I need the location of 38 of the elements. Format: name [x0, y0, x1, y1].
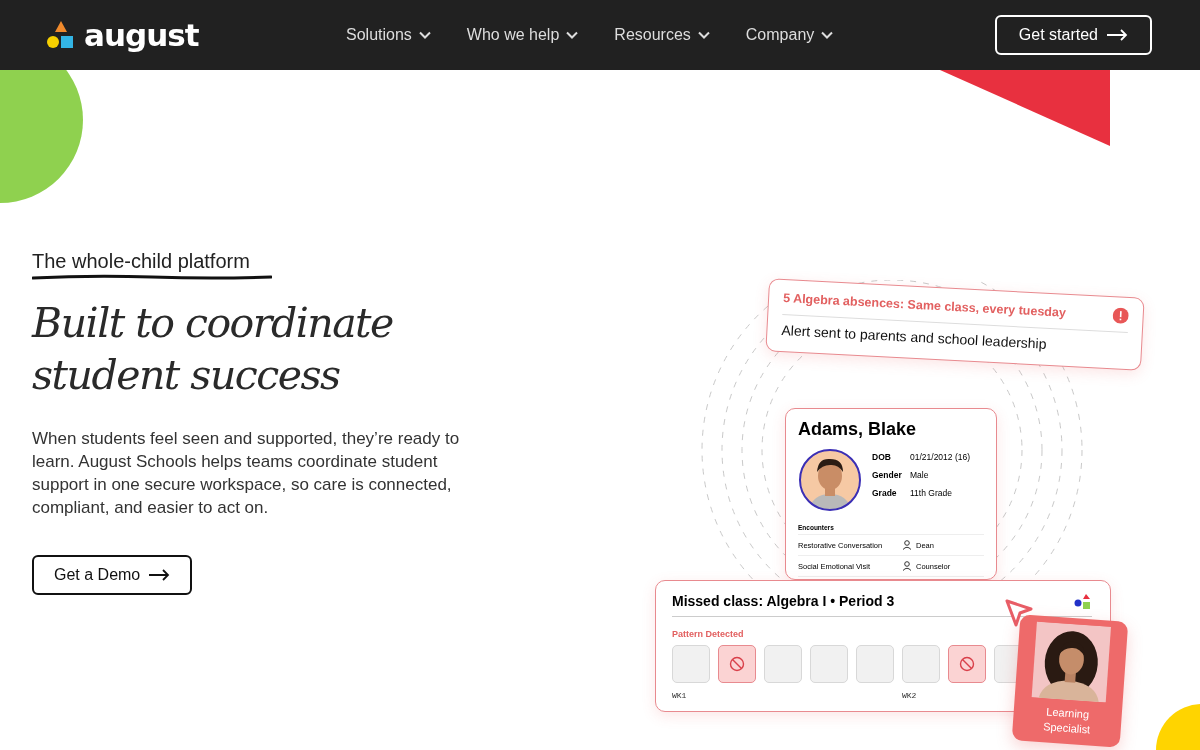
missed-class-title: Missed class: Algebra I • Period 3 — [672, 593, 895, 611]
alert-icon — [1112, 307, 1130, 325]
field-label: Gender — [872, 470, 903, 480]
hero-heading: Built to coordinate student success — [32, 298, 394, 401]
get-a-demo-button[interactable]: Get a Demo — [32, 555, 193, 595]
student-name: Adams, Blake — [798, 419, 918, 440]
person-icon — [902, 540, 912, 550]
eyebrow-text: The whole-child platform — [32, 250, 251, 273]
field-value: 01/21/2012 (16) — [910, 452, 971, 462]
chevron-down-icon — [697, 31, 710, 39]
nav-menu-item[interactable]: Who we help — [466, 26, 579, 44]
field-label: DOB — [872, 452, 892, 462]
field-value: 11th Grade — [910, 488, 952, 498]
week-label: WK1 — [672, 691, 688, 700]
nav-menu-item[interactable]: Solutions — [346, 26, 431, 44]
hero-description: When students feel seen and supported, they’re ready to learn. August Schools helps teams coordinate student support in one secure workspace, so care is connected, compliant, and easier to act on. — [32, 428, 461, 519]
alert-message: Alert sent to parents and school leadership — [781, 321, 1047, 352]
person-icon — [902, 561, 912, 571]
week-label: WK2 — [902, 691, 918, 700]
chevron-down-icon — [418, 31, 431, 39]
specialist-label: Learning Specialist — [1041, 704, 1092, 738]
nav-menu-item[interactable]: Resources — [614, 26, 710, 44]
alert-title: 5 Algebra absences: Same class, every tuesday — [782, 291, 1067, 320]
logo-shapes-icon[interactable] — [46, 20, 76, 50]
logo-shapes-icon — [1074, 593, 1092, 611]
arrow-right-icon — [148, 569, 171, 581]
get-started-button[interactable]: Get started — [994, 15, 1152, 55]
field-label: Grade — [872, 488, 898, 498]
blocked-icon — [959, 656, 975, 672]
pattern-label: Pattern Detected — [672, 629, 745, 639]
chevron-down-icon — [566, 31, 579, 39]
chevron-down-icon — [821, 31, 834, 39]
cursor-pointer-icon — [1004, 598, 1034, 628]
field-value: Male — [910, 470, 929, 480]
blocked-icon — [729, 656, 745, 672]
logo-wordmark[interactable]: august — [84, 17, 199, 53]
nav-menu-item[interactable]: Company — [745, 26, 834, 44]
arrow-right-icon — [1106, 29, 1128, 41]
